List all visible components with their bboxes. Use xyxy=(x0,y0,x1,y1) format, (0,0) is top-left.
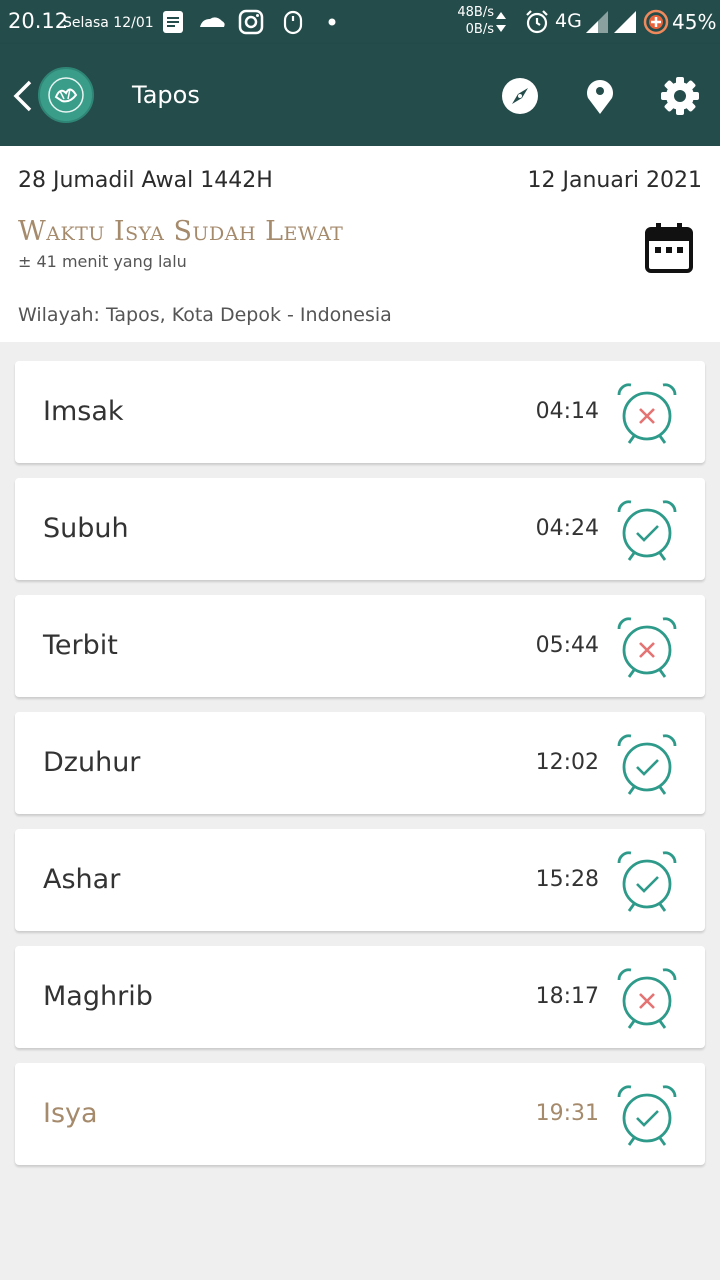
alarm-clock-icon xyxy=(526,10,548,34)
alarm-off-icon[interactable] xyxy=(615,381,679,445)
app-bar: Tapos xyxy=(0,44,720,146)
prayer-name: Ashar xyxy=(43,864,121,895)
alarm-on-icon[interactable] xyxy=(615,1083,679,1147)
status-time: 20.12 xyxy=(8,9,69,33)
location-pin-icon[interactable] xyxy=(580,76,620,116)
cloud-car-icon xyxy=(200,17,225,27)
download-speed: 0B/s xyxy=(465,22,494,37)
compass-icon[interactable] xyxy=(500,76,540,116)
quran-logo-icon xyxy=(38,67,94,123)
prayer-card-dzuhur[interactable]: Dzuhur 12:02 xyxy=(15,712,705,814)
network-type: 4G xyxy=(555,10,582,32)
alarm-off-icon[interactable] xyxy=(615,615,679,679)
settings-gear-icon[interactable] xyxy=(660,76,700,116)
prayer-name: Subuh xyxy=(43,513,129,544)
prayer-status-title: Waktu Isya Sudah Lewat xyxy=(18,216,344,247)
dot-icon xyxy=(328,18,336,26)
prayer-card-ashar[interactable]: Ashar 15:28 xyxy=(15,829,705,931)
gregorian-date: 12 Januari 2021 xyxy=(527,168,702,193)
status-bar: 20.12 Selasa 12/01 48B/s 0B/s 4G 45% xyxy=(0,0,720,44)
prayer-name: Dzuhur xyxy=(43,747,141,778)
prayer-name: Maghrib xyxy=(43,981,153,1012)
alarm-on-icon[interactable] xyxy=(615,498,679,562)
region-label: Wilayah: Tapos, Kota Depok - Indonesia xyxy=(18,304,392,326)
updown-arrow-icon xyxy=(496,12,506,32)
prayer-name: Imsak xyxy=(43,396,124,427)
back-arrow-icon[interactable] xyxy=(10,78,36,114)
alarm-off-icon[interactable] xyxy=(615,966,679,1030)
prayer-card-subuh[interactable]: Subuh 04:24 xyxy=(15,478,705,580)
prayer-card-terbit[interactable]: Terbit 05:44 xyxy=(15,595,705,697)
prayer-time: 04:14 xyxy=(535,399,599,424)
network-speed: 48B/s 0B/s xyxy=(452,4,494,38)
prayer-time: 04:24 xyxy=(535,516,599,541)
prayer-time: 12:02 xyxy=(535,750,599,775)
status-day: Selasa 12/01 xyxy=(63,15,154,31)
mouse-icon xyxy=(283,10,303,35)
battery-saver-icon xyxy=(643,9,669,35)
prayer-card-maghrib[interactable]: Maghrib 18:17 xyxy=(15,946,705,1048)
signal-2-icon xyxy=(614,11,636,33)
prayer-name: Terbit xyxy=(43,630,118,661)
upload-speed: 48B/s xyxy=(457,5,494,20)
instagram-icon xyxy=(238,9,264,35)
alarm-on-icon[interactable] xyxy=(615,732,679,796)
prayer-time: 05:44 xyxy=(535,633,599,658)
prayer-name: Isya xyxy=(43,1098,98,1129)
prayer-time: 18:17 xyxy=(535,984,599,1009)
prayer-card-isya[interactable]: Isya 19:31 xyxy=(15,1063,705,1165)
prayer-time: 15:28 xyxy=(535,867,599,892)
app-title: Tapos xyxy=(132,81,200,109)
prayer-status-subtitle: ± 41 menit yang lalu xyxy=(18,252,187,271)
prayer-time: 19:31 xyxy=(535,1101,599,1126)
prayer-info-header: 28 Jumadil Awal 1442H 12 Januari 2021 Wa… xyxy=(0,146,720,342)
signal-icon xyxy=(586,11,608,33)
prayer-card-imsak[interactable]: Imsak 04:14 xyxy=(15,361,705,463)
notes-icon xyxy=(163,11,183,33)
calendar-icon[interactable] xyxy=(644,222,694,274)
alarm-on-icon[interactable] xyxy=(615,849,679,913)
hijri-date: 28 Jumadil Awal 1442H xyxy=(18,168,273,193)
battery-level: 45% xyxy=(672,10,717,34)
